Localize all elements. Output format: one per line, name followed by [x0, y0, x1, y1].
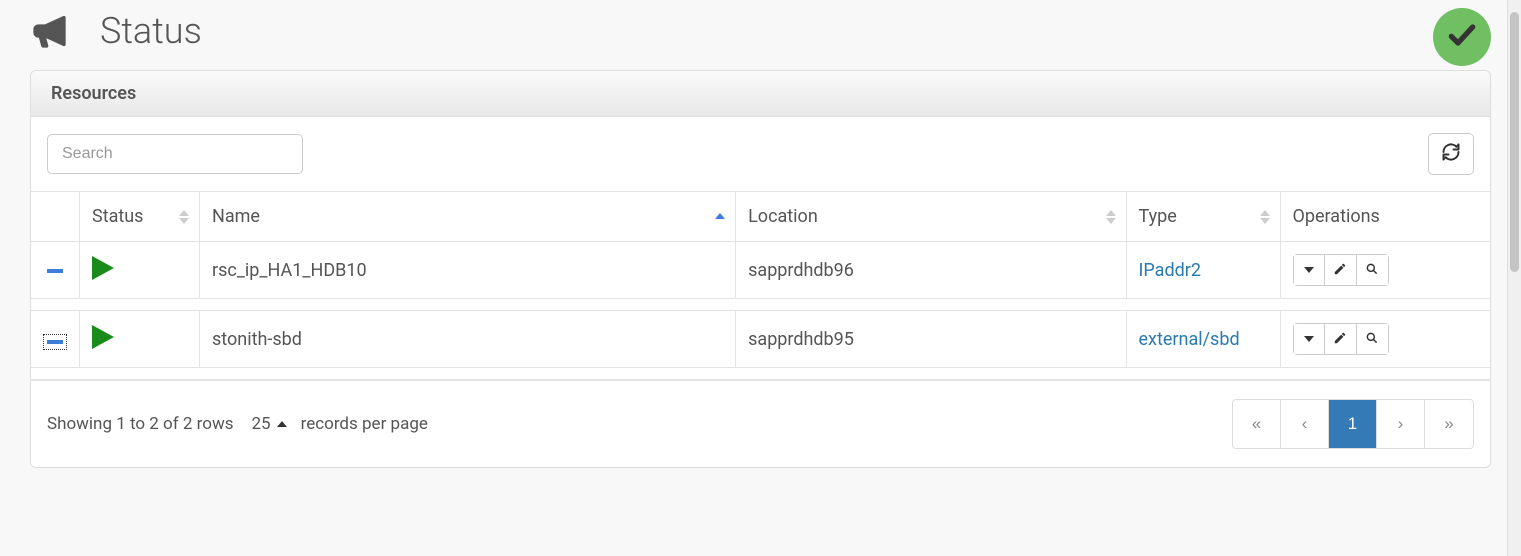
table-row: stonith-sbd sapprdhdb95 external/sbd [31, 311, 1490, 368]
sort-icon [1260, 210, 1270, 224]
vertical-scrollbar[interactable] [1507, 0, 1521, 556]
column-type[interactable]: Type [1126, 192, 1280, 242]
details-button[interactable] [1357, 254, 1389, 286]
bullhorn-icon [30, 11, 70, 51]
column-location[interactable]: Location [736, 192, 1126, 242]
pencil-icon [1333, 262, 1347, 279]
resources-panel: Resources Status Name [30, 70, 1491, 468]
caret-up-icon [277, 421, 287, 427]
table-footer: Showing 1 to 2 of 2 rows 25 records per … [31, 380, 1490, 467]
operations-group [1293, 254, 1389, 286]
search-input[interactable] [47, 134, 303, 174]
sort-icon [1106, 210, 1116, 224]
collapse-icon[interactable] [47, 269, 63, 273]
type-link[interactable]: IPaddr2 [1139, 260, 1201, 281]
page-current-button[interactable]: 1 [1329, 400, 1377, 448]
refresh-button[interactable] [1428, 133, 1474, 175]
column-type-label: Type [1139, 206, 1177, 227]
page-size-selector[interactable]: 25 [252, 414, 287, 434]
page-first-button[interactable]: « [1233, 400, 1281, 448]
type-link[interactable]: external/sbd [1139, 329, 1240, 350]
page-title: Status [100, 10, 202, 52]
records-per-page-label: records per page [301, 414, 428, 434]
caret-down-icon [1304, 267, 1314, 273]
column-status[interactable]: Status [80, 192, 200, 242]
panel-header: Resources [31, 71, 1490, 117]
column-name-label: Name [212, 206, 260, 227]
running-icon [92, 325, 114, 349]
spacer-row [31, 299, 1490, 311]
details-button[interactable] [1357, 323, 1389, 355]
toolbar [31, 117, 1490, 191]
page-last-button[interactable]: » [1425, 400, 1473, 448]
spacer-row [31, 368, 1490, 380]
column-name[interactable]: Name [200, 192, 736, 242]
edit-button[interactable] [1325, 254, 1357, 286]
cell-location: sapprdhdb96 [736, 242, 1126, 299]
menu-button[interactable] [1293, 254, 1325, 286]
magnifier-icon [1365, 262, 1379, 279]
column-operations-label: Operations [1293, 206, 1380, 227]
sort-icon [179, 210, 189, 224]
pagination: « ‹ 1 › » [1232, 399, 1474, 449]
collapse-icon-focused[interactable] [43, 334, 67, 350]
pencil-icon [1333, 331, 1347, 348]
cell-name: stonith-sbd [200, 311, 736, 368]
cell-name: rsc_ip_HA1_HDB10 [200, 242, 736, 299]
menu-button[interactable] [1293, 323, 1325, 355]
table-row: rsc_ip_HA1_HDB10 sapprdhdb96 IPaddr2 [31, 242, 1490, 299]
refresh-icon [1441, 142, 1461, 166]
operations-group [1293, 323, 1389, 355]
status-ok-badge [1433, 8, 1491, 66]
rows-summary: Showing 1 to 2 of 2 rows [47, 414, 234, 434]
running-icon [92, 256, 114, 280]
column-collapse [31, 192, 80, 242]
sort-icon [715, 213, 725, 221]
scrollbar-thumb[interactable] [1510, 12, 1519, 272]
page-title-row: Status [30, 10, 1491, 52]
cell-location: sapprdhdb95 [736, 311, 1126, 368]
caret-down-icon [1304, 336, 1314, 342]
page-size-value: 25 [252, 414, 271, 434]
check-icon [1446, 19, 1478, 55]
column-location-label: Location [748, 206, 818, 227]
column-status-label: Status [92, 206, 143, 227]
resources-table: Status Name Location Type [31, 191, 1490, 380]
edit-button[interactable] [1325, 323, 1357, 355]
column-operations: Operations [1280, 192, 1490, 242]
magnifier-icon [1365, 331, 1379, 348]
page-next-button[interactable]: › [1377, 400, 1425, 448]
page-prev-button[interactable]: ‹ [1281, 400, 1329, 448]
